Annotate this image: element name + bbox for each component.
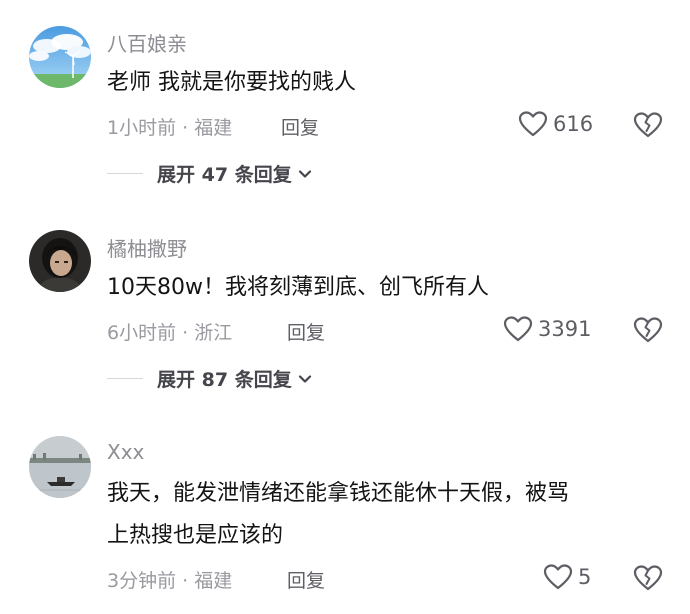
expand-replies-label: 展开 47 条回复 [157,164,292,186]
comment-time: 1小时前 [107,117,177,139]
heart-outline-icon [518,111,548,137]
dislike-button[interactable] [633,564,663,596]
comment-item: 八百娘亲 老师 我就是你要找的贱人 1小时前 · 福建 回复 616 展开 47… [0,0,690,200]
heart-outline-icon [543,564,573,590]
meta-separator: · [176,117,195,139]
comment-text: 老师 我就是你要找的贱人 [107,62,356,104]
comment-location: 浙江 [194,322,233,344]
expand-replies-button[interactable]: 展开 87 条回复 [107,365,312,392]
heart-outline-icon [503,316,533,342]
avatar[interactable] [29,26,91,88]
expand-replies-button[interactable]: 展开 47 条回复 [107,160,312,187]
meta-separator: · [176,322,195,344]
broken-heart-icon [633,565,663,591]
broken-heart-icon [633,317,663,343]
reply-button[interactable]: 回复 [281,113,319,140]
divider [107,173,143,174]
like-count: 616 [553,112,594,136]
reply-button[interactable]: 回复 [287,318,325,345]
comment-location: 福建 [194,570,233,592]
comment-text-line: 我天，能发泄情绪还能拿钱还能休十天假，被骂 [107,481,570,506]
reply-button[interactable]: 回复 [287,566,325,593]
comment-text-line: 10天80w！我将刻薄到底、创飞所有人 [107,275,489,300]
comment-username[interactable]: 八百娘亲 [107,28,187,57]
chevron-down-icon [298,169,311,178]
comment-username[interactable]: Xxx [107,440,144,464]
comment-meta: 3分钟前 · 福建 [107,566,232,593]
comment-text-line: 老师 我就是你要找的贱人 [107,70,356,95]
comment-meta: 1小时前 · 福建 [107,113,232,140]
comment-meta: 6小时前 · 浙江 [107,318,232,345]
comment-username[interactable]: 橘柚撒野 [107,233,187,262]
like-count: 5 [578,565,592,589]
comment-time: 3分钟前 [107,570,177,592]
divider [107,378,143,379]
like-button[interactable]: 616 [518,110,593,138]
comment-time: 6小时前 [107,322,177,344]
dislike-button[interactable] [633,316,663,348]
broken-heart-icon [633,112,663,138]
comment-text: 我天，能发泄情绪还能拿钱还能休十天假，被骂 上热搜也是应该的 [107,473,569,557]
like-button[interactable]: 5 [543,563,591,591]
comment-text-line: 上热搜也是应该的 [107,523,284,548]
comment-item: 橘柚撒野 10天80w！我将刻薄到底、创飞所有人 6小时前 · 浙江 回复 33… [0,200,690,410]
chevron-down-icon [298,374,311,383]
meta-separator: · [176,570,195,592]
comment-item: Xxx 我天，能发泄情绪还能拿钱还能休十天假，被骂 上热搜也是应该的 3分钟前 … [0,410,690,614]
expand-replies-label: 展开 87 条回复 [157,369,292,391]
avatar[interactable] [29,436,91,498]
comment-text: 10天80w！我将刻薄到底、创飞所有人 [107,267,489,309]
dislike-button[interactable] [633,111,663,143]
like-button[interactable]: 3391 [503,315,591,343]
like-count: 3391 [538,317,592,341]
avatar[interactable] [29,230,91,292]
comment-location: 福建 [194,117,233,139]
